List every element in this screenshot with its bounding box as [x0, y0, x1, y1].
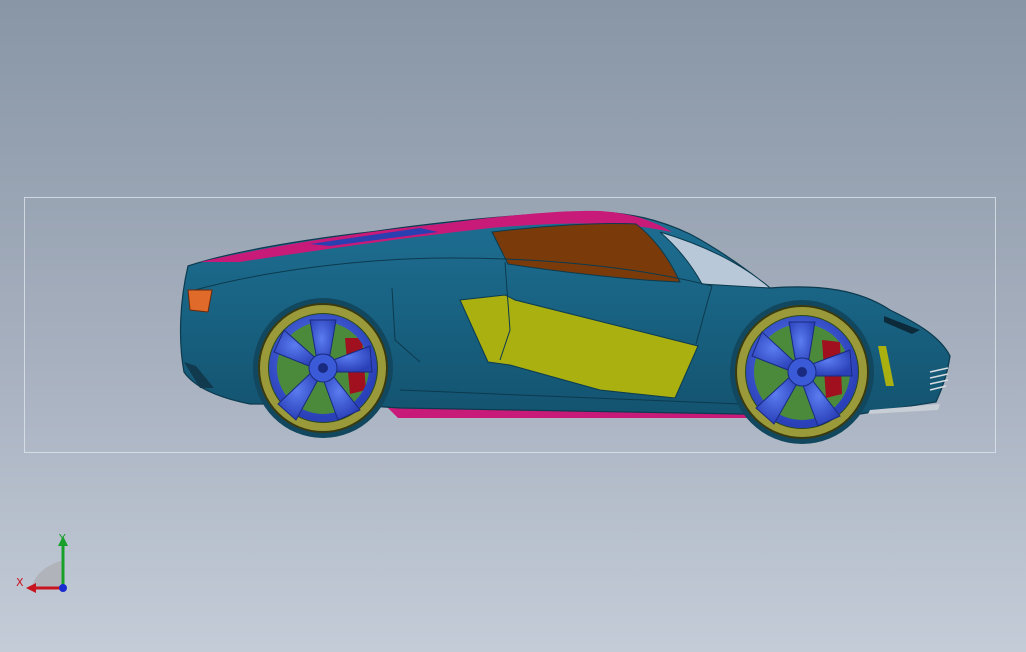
- taillight: [187, 289, 213, 313]
- triad-graphic: [26, 536, 68, 593]
- triad-plane-shading: [32, 560, 64, 588]
- front-wheel: [730, 300, 874, 444]
- triad-y-label: Y: [59, 532, 66, 545]
- rear-wheel: [253, 298, 393, 438]
- triad-z-axis-icon: [59, 584, 67, 592]
- view-orientation-triad[interactable]: X Y: [12, 530, 82, 600]
- car-model[interactable]: [0, 0, 1026, 652]
- triad-x-label: X: [16, 576, 24, 589]
- triad-x-arrow-icon: [26, 583, 36, 593]
- graphics-viewport[interactable]: X Y: [0, 0, 1026, 652]
